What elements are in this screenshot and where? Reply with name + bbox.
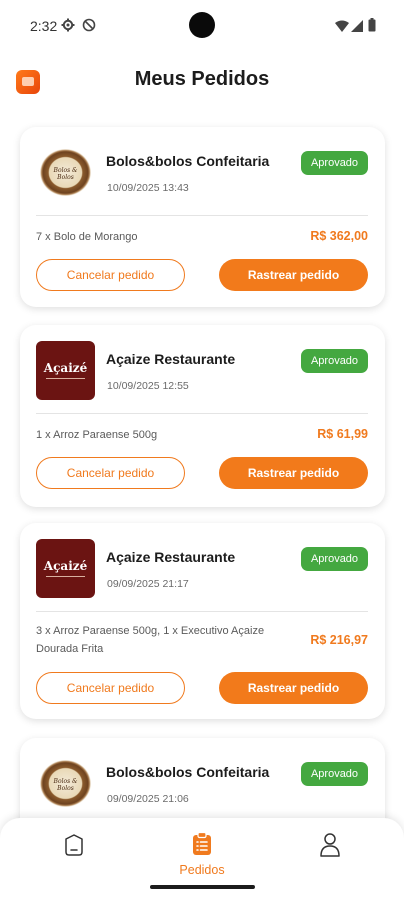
- order-date: 10/09/2025 13:43: [107, 182, 189, 194]
- order-date: 10/09/2025 12:55: [107, 380, 189, 392]
- store-logo-text: Bolos & Bolos: [53, 778, 78, 792]
- home-indicator: [150, 885, 255, 889]
- nav-item-pedidos[interactable]: Pedidos: [162, 830, 242, 880]
- order-card[interactable]: Açaizé Açaize Restaurante 09/09/2025 21:…: [20, 523, 385, 719]
- order-card[interactable]: Açaizé Açaize Restaurante 10/09/2025 12:…: [20, 325, 385, 507]
- store-logo-acaize: Açaizé: [36, 341, 95, 400]
- status-badge: Aprovado: [301, 151, 368, 175]
- store-logo-bolos: Bolos & Bolos: [36, 143, 95, 202]
- order-list[interactable]: Bolos & Bolos Bolos&bolos Confeitaria 10…: [0, 0, 404, 900]
- status-badge: Aprovado: [301, 547, 368, 571]
- status-badge: Aprovado: [301, 349, 368, 373]
- cancel-order-button[interactable]: Cancelar pedido: [36, 672, 185, 704]
- order-card[interactable]: Bolos & Bolos Bolos&bolos Confeitaria 10…: [20, 127, 385, 307]
- store-name: Bolos&bolos Confeitaria: [106, 153, 270, 169]
- store-name: Açaize Restaurante: [106, 549, 236, 565]
- order-total: R$ 61,99: [317, 427, 368, 441]
- store-logo-text: Bolos & Bolos: [53, 167, 78, 181]
- divider: [36, 413, 368, 414]
- order-items: 1 x Arroz Paraense 500g: [36, 429, 158, 441]
- user-icon: [318, 832, 342, 863]
- store-logo-acaize: Açaizé: [36, 539, 95, 598]
- nav-label-pedidos: Pedidos: [179, 863, 225, 877]
- divider: [36, 611, 368, 612]
- store-logo-text: Açaizé: [43, 559, 88, 573]
- order-date: 09/09/2025 21:17: [107, 578, 189, 590]
- cancel-order-button[interactable]: Cancelar pedido: [36, 457, 185, 489]
- status-badge: Aprovado: [301, 762, 368, 786]
- track-order-button[interactable]: Rastrear pedido: [219, 672, 368, 704]
- clipboard-icon: [192, 831, 212, 861]
- track-order-button[interactable]: Rastrear pedido: [219, 457, 368, 489]
- divider: [36, 215, 368, 216]
- order-total: R$ 216,97: [310, 633, 368, 647]
- store-logo-text: Açaizé: [43, 361, 88, 375]
- order-items: 7 x Bolo de Morango: [36, 231, 138, 243]
- order-date: 09/09/2025 21:06: [107, 793, 189, 805]
- order-total: R$ 362,00: [310, 229, 368, 243]
- nav-item-home[interactable]: [34, 830, 114, 880]
- home-icon: [62, 833, 86, 862]
- cancel-order-button[interactable]: Cancelar pedido: [36, 259, 185, 291]
- store-logo-bolos: Bolos & Bolos: [36, 754, 95, 813]
- nav-item-profile[interactable]: [290, 830, 370, 880]
- order-items: 3 x Arroz Paraense 500g, 1 x Executivo A…: [36, 625, 265, 655]
- store-name: Bolos&bolos Confeitaria: [106, 764, 270, 780]
- store-name: Açaize Restaurante: [106, 351, 236, 367]
- track-order-button[interactable]: Rastrear pedido: [219, 259, 368, 291]
